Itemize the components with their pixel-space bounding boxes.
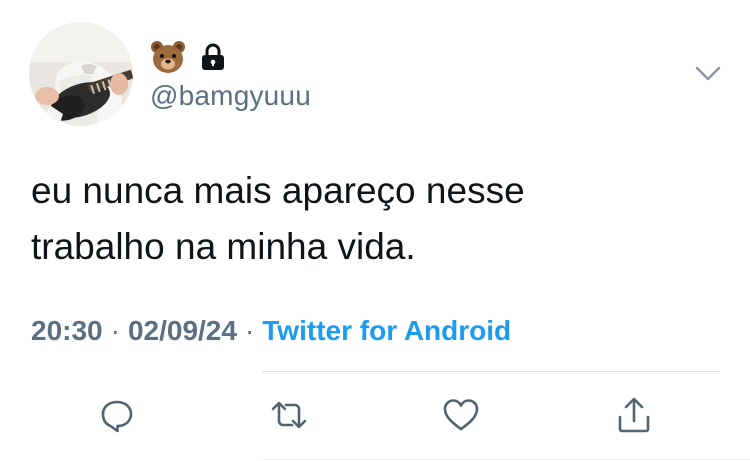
- tweet-time[interactable]: 20:30: [31, 315, 103, 346]
- bear-face-icon: [151, 41, 185, 73]
- retweet-button[interactable]: [267, 393, 311, 437]
- bottom-divider: [262, 459, 750, 460]
- reply-button[interactable]: [95, 393, 139, 437]
- meta-separator: ·: [110, 315, 120, 346]
- tweet-text: eu nunca mais apareço nesse trabalho na m…: [31, 163, 691, 275]
- author-handle[interactable]: @bamgyuuu: [150, 79, 311, 113]
- tweet-text-line-1: eu nunca mais apareço nesse: [31, 170, 525, 211]
- like-icon: [443, 399, 479, 431]
- tweet-meta: 20:30 · 02/09/24 · Twitter for Android: [31, 313, 511, 349]
- lock-icon: [202, 43, 224, 70]
- avatar[interactable]: [29, 22, 133, 126]
- tweet-text-line-2: trabalho na minha vida.: [31, 226, 416, 267]
- reply-icon: [101, 400, 133, 433]
- meta-separator: ·: [244, 315, 255, 346]
- avatar-photo: [29, 22, 133, 126]
- like-button[interactable]: [439, 393, 483, 437]
- tweet-card: @bamgyuuu eu nunca mais apareço nesse tra…: [0, 0, 750, 461]
- share-icon: [618, 397, 650, 433]
- tweet-date[interactable]: 02/09/24: [128, 315, 237, 346]
- share-button[interactable]: [612, 393, 656, 437]
- chevron-down-icon[interactable]: [693, 62, 723, 84]
- retweet-icon: [271, 401, 307, 429]
- action-bar: [0, 393, 750, 439]
- tweet-source-link[interactable]: Twitter for Android: [262, 315, 511, 346]
- divider: [262, 371, 720, 372]
- display-name[interactable]: [150, 40, 226, 74]
